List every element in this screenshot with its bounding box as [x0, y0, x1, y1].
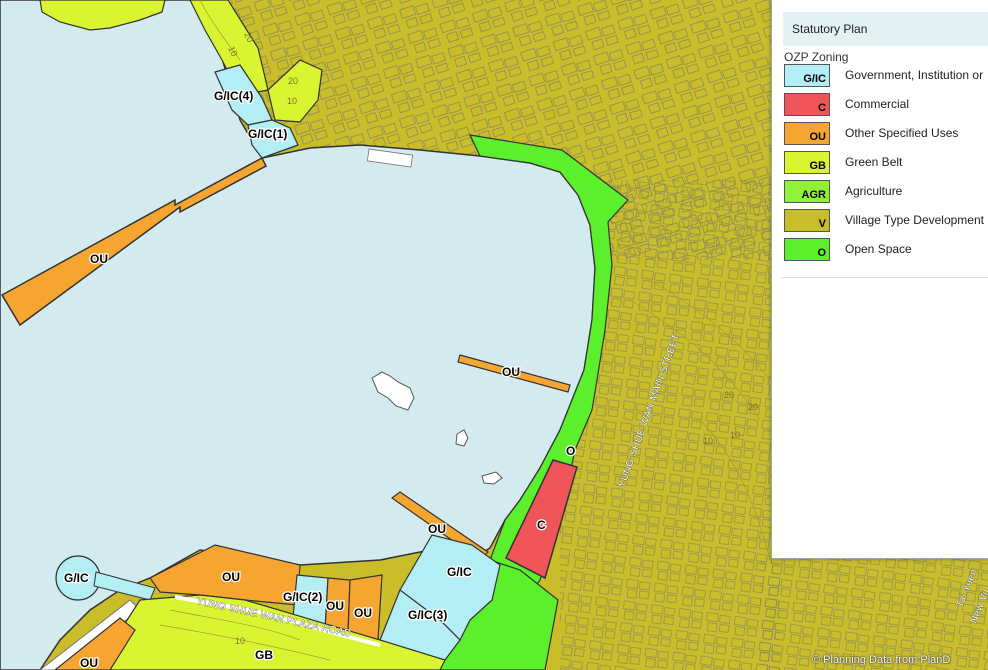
contour-label-9: 10 [235, 636, 245, 646]
legend-label: Open Space [845, 242, 912, 256]
legend-subtitle: OZP Zoning [784, 50, 849, 64]
label-ou-pier: OU [90, 252, 108, 266]
legend-label: Green Belt [845, 155, 903, 169]
legend-swatch: G/IC [784, 64, 830, 87]
label-gic2: G/IC(2) [283, 590, 322, 604]
attribution-credit: © Planning Data from PlanD [812, 654, 951, 666]
legend-swatch: OU [784, 122, 830, 145]
label-gic3: G/IC(3) [408, 608, 447, 622]
legend-divider [781, 277, 988, 278]
label-o-strip: O [566, 444, 575, 458]
contour-label-5: 20 [724, 390, 734, 400]
label-gic-roundabout: G/IC [64, 571, 89, 585]
label-ou-mid2: OU [354, 606, 372, 620]
label-gic1: G/IC(1) [248, 127, 287, 141]
label-ou-left: OU [222, 570, 240, 584]
legend-label: Commercial [845, 97, 910, 111]
legend-swatch: O [784, 238, 830, 261]
label-gic4: G/IC(4) [214, 89, 253, 103]
legend-header[interactable]: Statutory Plan [783, 12, 988, 46]
label-ou-jetty: OU [502, 365, 520, 379]
legend-swatch: AGR [784, 180, 830, 203]
legend-item: GB Green Belt [784, 151, 988, 175]
label-gb-bottom: GB [255, 648, 273, 662]
legend-item: O Open Space [784, 238, 988, 262]
legend-label: Village Type Development [845, 213, 984, 227]
legend-item: OU Other Specified Uses [784, 122, 988, 146]
legend-code: GB [809, 160, 827, 172]
legend-label: Government, Institution or [845, 68, 984, 82]
legend-item: C Commercial [784, 93, 988, 117]
legend-code: OU [809, 131, 827, 143]
label-ou-bottom: OU [80, 656, 98, 670]
legend-title: Statutory Plan [792, 22, 868, 36]
legend-swatch: V [784, 209, 830, 232]
legend-code: O [817, 247, 826, 259]
legend-label: Agriculture [845, 184, 903, 198]
legend-code: V [818, 218, 826, 230]
legend-swatch: GB [784, 151, 830, 174]
contour-label-4: 10 [287, 96, 297, 106]
label-ou-small: OU [428, 522, 446, 536]
contour-label-8: 20 [748, 402, 758, 412]
label-ou-mid1: OU [326, 599, 344, 613]
legend-code: G/IC [803, 73, 826, 85]
label-c-site: C [537, 518, 546, 532]
legend-item: AGR Agriculture [784, 180, 988, 204]
legend-item: V Village Type Development [784, 209, 988, 233]
legend-code: AGR [801, 189, 826, 201]
legend-label: Other Specified Uses [845, 126, 959, 140]
legend-code: C [818, 102, 826, 114]
legend-item: G/IC Government, Institution or [784, 64, 988, 88]
contour-label-3: 20 [288, 76, 298, 86]
contour-label-7: 10 [730, 430, 740, 440]
legend-swatch: C [784, 93, 830, 116]
label-gic-right: G/IC [447, 565, 472, 579]
contour-label-6: 10 [703, 436, 713, 446]
legend-panel: Statutory Plan OZP Zoning G/IC Government… [771, 0, 988, 559]
